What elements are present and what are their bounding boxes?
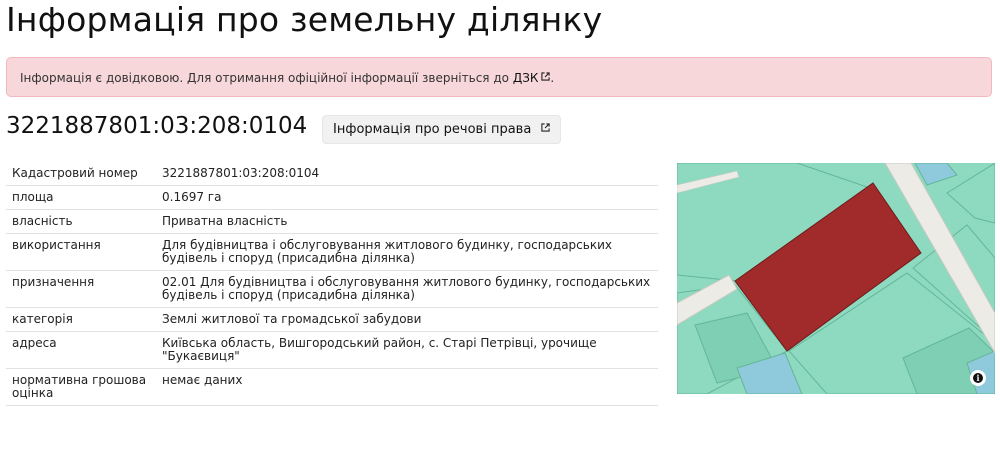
external-link-icon [541, 123, 551, 132]
table-row: площа 0.1697 га [6, 185, 658, 210]
row-label: призначення [6, 270, 156, 308]
row-value: немає даних [156, 368, 658, 406]
row-value: 0.1697 га [156, 185, 658, 210]
table-row: адреса Київська область, Вишгородський ра… [6, 331, 658, 369]
row-label: адреса [6, 331, 156, 369]
table-row: Кадастровий номер 3221887801:03:208:0104 [6, 162, 658, 186]
map-canvas[interactable] [677, 163, 995, 394]
row-label: нормативна грошова оцінка [6, 368, 156, 406]
info-glyph: i [973, 373, 983, 383]
table-row: власність Приватна власність [6, 209, 658, 234]
row-value: Землі житлової та громадської забудови [156, 307, 658, 332]
row-value: 02.01 Для будівництва і обслуговування ж… [156, 270, 658, 308]
info-icon[interactable]: i [970, 370, 986, 386]
alert-suffix: . [550, 71, 555, 85]
parcel-map[interactable]: i [677, 163, 995, 394]
table-row: нормативна грошова оцінка немає даних [6, 368, 658, 406]
cadastral-number-heading: 3221887801:03:208:0104 [6, 113, 308, 139]
table-row: призначення 02.01 Для будівництва і обслу… [6, 270, 658, 308]
page-title: Інформація про земельну ділянку [6, 0, 603, 39]
table-row: використання Для будівництва і обслуговув… [6, 233, 658, 271]
row-label: категорія [6, 307, 156, 332]
alert-text: Інформація є довідковою. Для отримання о… [20, 71, 509, 85]
property-rights-button[interactable]: Інформація про речові права [322, 115, 562, 144]
dzk-link-label: ДЗК [512, 71, 539, 85]
row-label: використання [6, 233, 156, 271]
property-rights-button-label: Інформація про речові права [333, 122, 532, 137]
row-value: 3221887801:03:208:0104 [156, 162, 658, 186]
row-label: Кадастровий номер [6, 162, 156, 186]
row-value: Для будівництва і обслуговування житлово… [156, 233, 658, 271]
dzk-link[interactable]: ДЗК [513, 71, 551, 85]
row-label: площа [6, 185, 156, 210]
parcel-details-table: Кадастровий номер 3221887801:03:208:0104 … [6, 162, 658, 406]
row-value: Приватна власність [156, 209, 658, 234]
row-label: власність [6, 209, 156, 234]
row-value: Київська область, Вишгородський район, с… [156, 331, 658, 369]
table-row: категорія Землі житлової та громадської з… [6, 307, 658, 332]
info-alert: Інформація є довідковою. Для отримання о… [6, 57, 992, 97]
